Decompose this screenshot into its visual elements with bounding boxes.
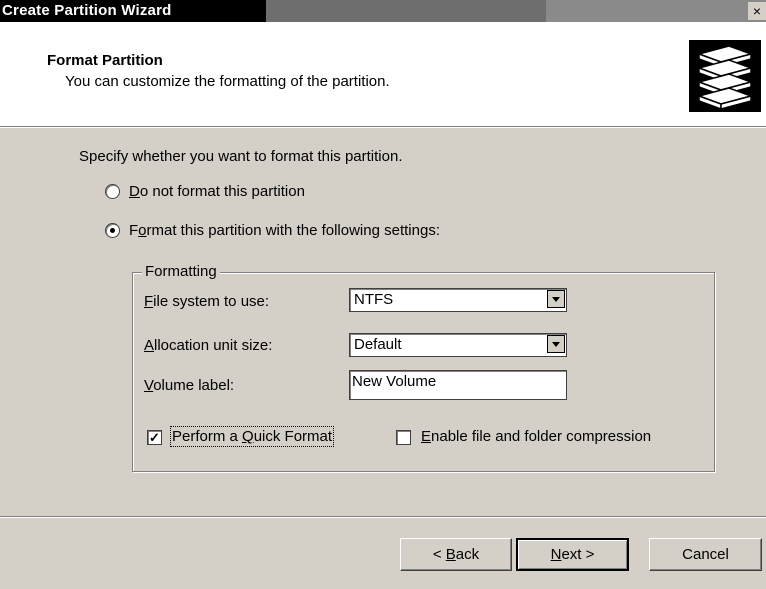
- volume-label-input[interactable]: New Volume: [349, 370, 567, 400]
- next-button[interactable]: Next >: [516, 538, 629, 571]
- disk-stack-icon: [689, 40, 761, 112]
- allocation-value: Default: [354, 336, 402, 353]
- format-label-post: rmat this partition with the following s…: [146, 222, 440, 239]
- do-not-format-accesskey: D: [129, 183, 140, 200]
- volume-label-label: Volume label:: [144, 377, 234, 394]
- quick-format-label[interactable]: Perform a Quick Format: [169, 426, 335, 447]
- format-partition-radio[interactable]: [105, 223, 120, 238]
- compression-accesskey: E: [421, 428, 432, 445]
- file-system-label: File system to use:: [144, 293, 269, 310]
- quick-format-label-pre: Perform a: [172, 428, 243, 445]
- cancel-button[interactable]: Cancel: [649, 538, 762, 571]
- format-partition-label[interactable]: Format this partition with the following…: [129, 222, 440, 239]
- format-label-pre: F: [129, 222, 139, 239]
- volume-label-label-text: olume label:: [153, 377, 235, 394]
- chevron-down-icon: [552, 297, 560, 302]
- quick-format-accesskey: Q: [242, 428, 254, 445]
- title-bar: Create Partition Wizard ×: [0, 0, 766, 22]
- compression-checkbox[interactable]: [396, 430, 411, 445]
- quick-format-label-post: uick Format: [253, 428, 333, 445]
- close-button[interactable]: ×: [748, 2, 766, 20]
- next-label-post: ext >: [561, 546, 595, 563]
- file-system-accesskey: F: [144, 293, 154, 310]
- file-system-dropdown-button[interactable]: [547, 290, 565, 308]
- wizard-header: Format Partition You can customize the f…: [0, 22, 766, 127]
- allocation-label-text: llocation unit size:: [154, 337, 273, 354]
- page-title: Format Partition: [47, 52, 163, 69]
- do-not-format-label[interactable]: Do not format this partition: [129, 183, 305, 200]
- file-system-select[interactable]: NTFS: [349, 288, 567, 312]
- footer-divider-light: [0, 517, 766, 518]
- compression-label[interactable]: Enable file and folder compression: [421, 428, 651, 445]
- window-title: Create Partition Wizard: [2, 2, 172, 19]
- do-not-format-radio[interactable]: [105, 184, 120, 199]
- instruction-text: Specify whether you want to format this …: [79, 148, 403, 165]
- file-system-value: NTFS: [354, 291, 394, 308]
- back-label-pre: <: [432, 546, 446, 563]
- back-button[interactable]: < Back: [400, 538, 512, 571]
- title-bar-gradient-mid: [266, 0, 546, 22]
- checkmark-icon: ✓: [149, 430, 160, 445]
- allocation-unit-select[interactable]: Default: [349, 333, 567, 357]
- chevron-down-icon: [552, 342, 560, 347]
- do-not-format-text: o not format this partition: [139, 183, 305, 200]
- allocation-dropdown-button[interactable]: [547, 335, 565, 353]
- back-label-post: ack: [455, 546, 480, 563]
- next-accesskey: N: [550, 546, 562, 563]
- allocation-accesskey: A: [144, 337, 155, 354]
- compression-label-text: nable file and folder compression: [431, 428, 652, 445]
- volume-label-value: New Volume: [352, 373, 437, 390]
- volume-label-accesskey: V: [144, 377, 154, 394]
- file-system-label-text: ile system to use:: [153, 293, 270, 310]
- format-accesskey: o: [138, 222, 147, 239]
- allocation-label: Allocation unit size:: [144, 337, 272, 354]
- back-accesskey: B: [445, 546, 456, 563]
- header-divider: [0, 127, 766, 128]
- quick-format-checkbox[interactable]: ✓: [147, 430, 162, 445]
- close-icon: ×: [752, 3, 762, 19]
- radio-selected-dot: [110, 228, 115, 233]
- formatting-legend: Formatting: [142, 263, 220, 280]
- page-subtitle: You can customize the formatting of the …: [65, 73, 390, 90]
